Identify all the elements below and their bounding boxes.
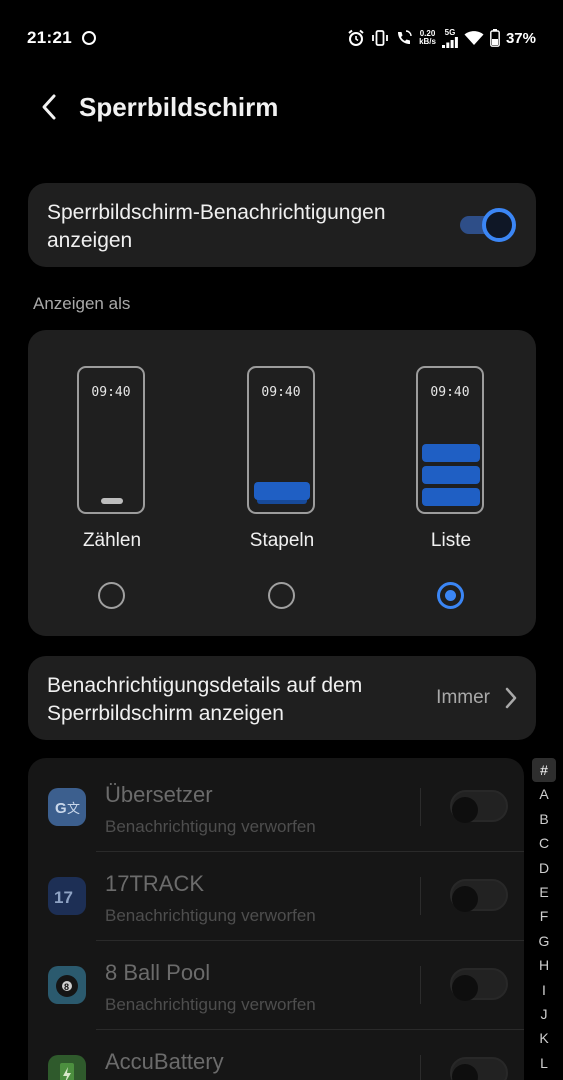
app-status: Benachrichtigung verworfen: [105, 906, 316, 925]
status-time: 21:21: [27, 28, 72, 47]
list-bar: [422, 444, 480, 462]
svg-text:17: 17: [54, 888, 73, 907]
radio-count[interactable]: [98, 582, 125, 609]
network-speed: 0.20 kB/s: [419, 30, 436, 46]
wifi-icon: [464, 31, 484, 45]
list-item-app[interactable]: 8 8 Ball Pool Benachrichtigung verworfen: [28, 936, 524, 1025]
notification-details-value: Immer: [436, 687, 490, 708]
battery-icon: [490, 29, 500, 47]
page-title: Sperrbildschirm: [79, 92, 279, 122]
signal-bars-icon: [441, 36, 458, 48]
switch-thumb: [452, 975, 478, 1001]
index-letter[interactable]: F: [532, 904, 556, 928]
option-list[interactable]: 09:40 Liste: [376, 330, 526, 636]
lock-notifications-switch[interactable]: [458, 207, 516, 242]
index-letter[interactable]: D: [532, 856, 556, 880]
lock-notifications-label: Sperrbildschirm-Benachrichtigungen anzei…: [47, 201, 386, 252]
17track-icon: 17: [48, 877, 86, 915]
app-name: Übersetzer: [105, 782, 213, 807]
network-type: 5G: [444, 27, 456, 37]
stack-card-front: [254, 482, 310, 500]
8-ball-pool-icon: 8: [48, 966, 86, 1004]
app-name: AccuBattery: [105, 1049, 224, 1074]
index-letter[interactable]: J: [532, 1002, 556, 1026]
divider: [420, 1055, 421, 1080]
index-letter[interactable]: #: [532, 758, 556, 783]
phone-preview-stack: 09:40: [247, 366, 315, 514]
phone-preview-list: 09:40: [416, 366, 484, 514]
alarm-icon: [348, 29, 364, 46]
app-switch[interactable]: [446, 968, 508, 1002]
switch-thumb: [452, 886, 478, 912]
list-bar: [422, 488, 480, 506]
app-name: 8 Ball Pool: [105, 960, 211, 985]
list-item-app[interactable]: AccuBattery: [28, 1025, 524, 1080]
translate-icon: G 文: [48, 788, 86, 826]
radio-list[interactable]: [437, 582, 464, 609]
index-letter[interactable]: G: [532, 929, 556, 953]
wifi-call-icon: [398, 30, 412, 44]
header: Sperrbildschirm: [0, 84, 563, 130]
preview-clock: 09:40: [261, 385, 301, 400]
vibrate-icon: [372, 30, 388, 46]
phone-preview-count: 09:40: [77, 366, 145, 514]
app-switch[interactable]: [446, 1057, 508, 1080]
index-letter[interactable]: E: [532, 880, 556, 904]
option-label-list: Liste: [430, 530, 472, 551]
accubattery-icon: [48, 1055, 86, 1080]
speed-unit: kB/s: [419, 37, 436, 46]
index-letter[interactable]: L: [532, 1051, 556, 1075]
index-letter[interactable]: C: [532, 831, 556, 855]
chevron-right-icon: [505, 687, 517, 709]
section-label-display-as: Anzeigen als: [33, 294, 131, 313]
list-bar: [422, 466, 480, 484]
app-status: Benachrichtigung verworfen: [105, 817, 316, 836]
status-bar: 21:21 0.20 kB/s 5G 37%: [0, 0, 563, 76]
index-letter[interactable]: B: [532, 807, 556, 831]
divider: [420, 877, 421, 915]
lock-notifications-row[interactable]: Sperrbildschirm-Benachrichtigungen anzei…: [28, 183, 536, 267]
svg-text:G: G: [55, 800, 67, 817]
divider: [420, 966, 421, 1004]
app-name: 17TRACK: [105, 871, 205, 896]
notification-details-row[interactable]: Benachrichtigungsdetails auf dem Sperrbi…: [28, 656, 536, 740]
index-letter[interactable]: A: [532, 782, 556, 806]
option-count[interactable]: 09:40 Zählen: [37, 330, 187, 636]
index-letter[interactable]: I: [532, 978, 556, 1002]
option-stack[interactable]: 09:40 Stapeln: [207, 330, 357, 636]
index-letter[interactable]: H: [532, 953, 556, 977]
notification-details-label: Benachrichtigungsdetails auf dem Sperrbi…: [47, 674, 363, 725]
app-switch[interactable]: [446, 879, 508, 913]
switch-thumb: [452, 797, 478, 823]
preview-clock: 09:40: [430, 385, 470, 400]
count-pill: [101, 498, 123, 504]
app-switch[interactable]: [446, 790, 508, 824]
option-label-count: Zählen: [82, 530, 142, 551]
svg-text:8: 8: [64, 982, 69, 992]
cell-signal: 5G: [441, 27, 458, 48]
svg-text:文: 文: [67, 802, 80, 817]
display-as-card: 09:40 Zählen 09:40 Stapeln 09:40 Liste: [28, 330, 536, 636]
back-arrow-icon[interactable]: [36, 92, 64, 122]
option-label-stack: Stapeln: [249, 530, 315, 551]
preview-clock: 09:40: [91, 385, 131, 400]
list-item-app[interactable]: 17 17TRACK Benachrichtigung verworfen: [28, 847, 524, 936]
radio-stack[interactable]: [268, 582, 295, 609]
switch-thumb: [482, 208, 516, 242]
index-letter[interactable]: K: [532, 1026, 556, 1050]
status-icons: 0.20 kB/s 5G 37%: [347, 27, 536, 49]
battery-percent: 37%: [505, 29, 536, 47]
alphabet-index[interactable]: # A B C D E F G H I J K L: [532, 758, 556, 1075]
circle-status-icon: [82, 31, 96, 45]
app-status: Benachrichtigung verworfen: [105, 995, 316, 1014]
list-item-app[interactable]: G 文 Übersetzer Benachrichtigung verworfe…: [28, 758, 524, 847]
app-list: G 文 Übersetzer Benachrichtigung verworfe…: [28, 758, 524, 1080]
divider: [420, 788, 421, 826]
